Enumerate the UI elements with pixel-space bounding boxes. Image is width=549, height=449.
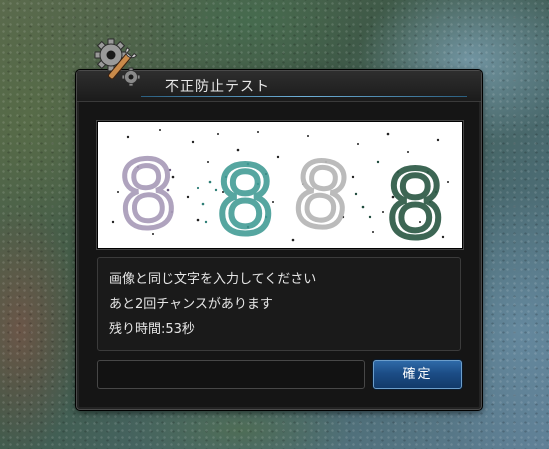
anti-cheat-dialog: 不正防止テスト 8 8 8 8 画像と同じ文字を入力してください あと2回チャン… bbox=[76, 38, 482, 410]
wrench-gear-icon bbox=[94, 38, 141, 87]
remaining-attempts-text: あと2回チャンスがあります bbox=[109, 297, 273, 312]
captcha-image: 8 8 8 8 bbox=[97, 121, 463, 261]
dialog-title: 不正防止テスト bbox=[165, 79, 270, 95]
captcha-digit: 8 bbox=[386, 151, 445, 248]
captcha-digit: 8 bbox=[288, 141, 354, 248]
confirm-button[interactable]: 確定 bbox=[373, 360, 462, 389]
instruction-panel: 画像と同じ文字を入力してください あと2回チャンスがあります 残り時間:53秒 bbox=[97, 257, 461, 351]
instruction-text: 画像と同じ文字を入力してください bbox=[109, 272, 317, 287]
captcha-digit: 8 bbox=[216, 147, 275, 248]
time-remaining-text: 残り時間:53秒 bbox=[109, 322, 195, 337]
answer-input[interactable] bbox=[97, 360, 365, 389]
captcha-digit: 8 bbox=[115, 140, 181, 248]
